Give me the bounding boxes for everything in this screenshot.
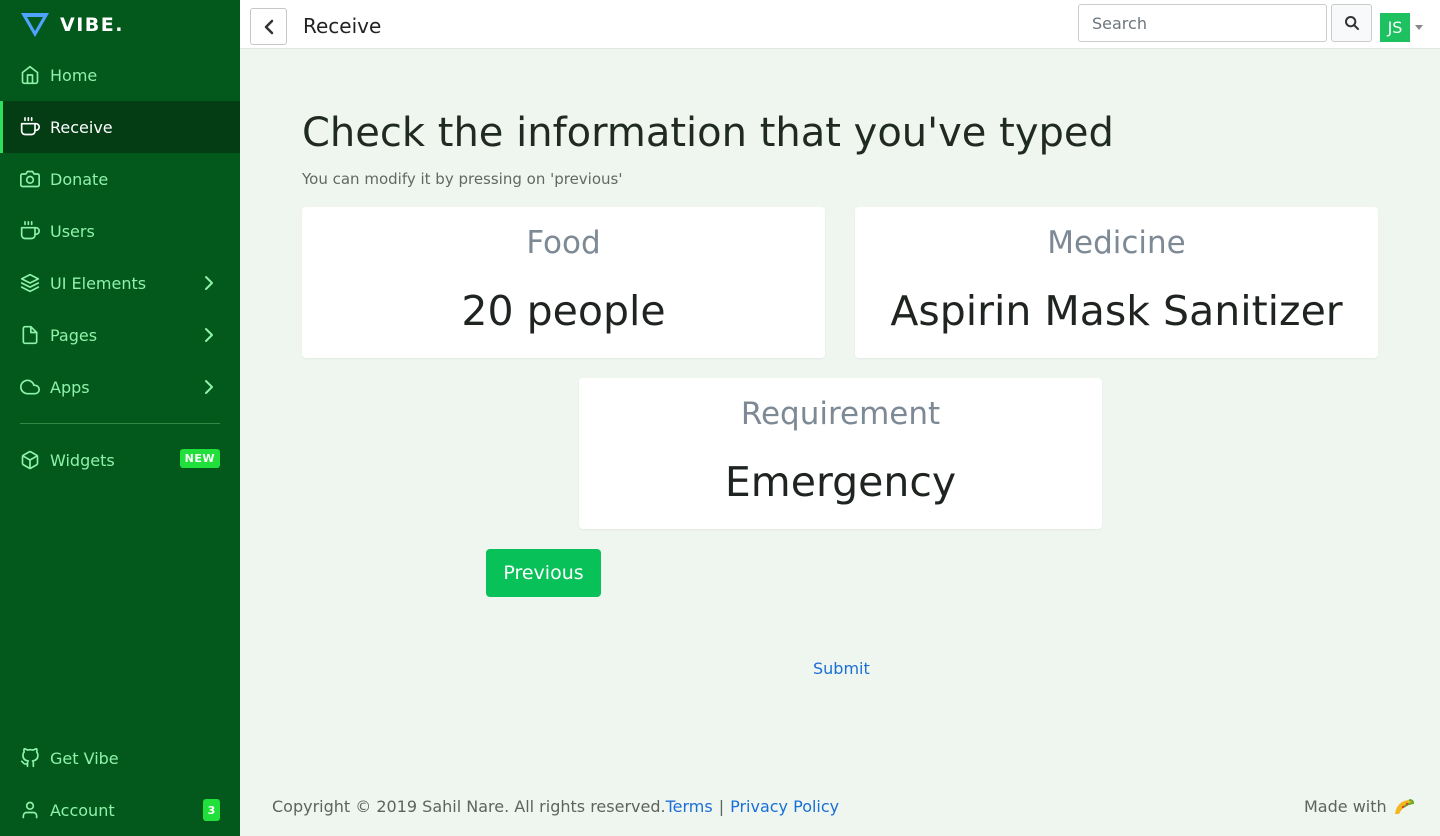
sidebar-divider	[20, 423, 220, 424]
footer-made-with: Made with	[1304, 797, 1415, 816]
chevron-right-icon	[205, 380, 213, 394]
chevron-right-icon	[205, 328, 213, 342]
brand-logo[interactable]: VIBE.	[20, 10, 124, 40]
sidebar-item-label: UI Elements	[50, 273, 147, 293]
medicine-card: Medicine Aspirin Mask Sanitizer	[855, 207, 1378, 358]
user-avatar[interactable]: JS	[1380, 13, 1410, 42]
sidebar-item-label: Get Vibe	[50, 748, 119, 768]
page-subheading: You can modify it by pressing on 'previo…	[302, 170, 623, 188]
search-icon	[1344, 15, 1359, 30]
submit-link[interactable]: Submit	[813, 659, 870, 678]
sidebar-item-label: Account	[50, 800, 115, 820]
sidebar-item-widgets[interactable]: Widgets NEW	[0, 434, 240, 486]
sidebar-item-label: Widgets	[50, 450, 115, 470]
sidebar-item-label: Home	[50, 65, 98, 85]
sidebar-item-get-vibe[interactable]: Get Vibe	[0, 732, 240, 784]
page-title: Receive	[303, 14, 382, 38]
card-value: Emergency	[724, 458, 957, 506]
sidebar-item-home[interactable]: Home	[0, 49, 240, 101]
taco-icon	[1394, 798, 1414, 814]
logo-icon	[21, 13, 49, 37]
card-label: Food	[526, 225, 601, 261]
chevron-right-icon	[205, 276, 213, 290]
cloud-icon	[20, 377, 40, 397]
sidebar-item-apps[interactable]: Apps	[0, 361, 240, 413]
user-icon	[20, 800, 40, 820]
food-card: Food 20 people	[302, 207, 825, 358]
sidebar-item-donate[interactable]: Donate	[0, 153, 240, 205]
topbar: Receive JS	[240, 0, 1440, 49]
file-icon	[20, 325, 40, 345]
sidebar-item-pages[interactable]: Pages	[0, 309, 240, 361]
card-label: Requirement	[740, 396, 941, 432]
sidebar-item-users[interactable]: Users	[0, 205, 240, 257]
made-with-text: Made with	[1304, 797, 1387, 816]
chevron-left-icon	[264, 19, 273, 34]
box-icon	[20, 450, 40, 470]
search-input[interactable]	[1078, 4, 1327, 42]
caret-down-icon[interactable]	[1415, 25, 1423, 30]
layers-icon	[20, 273, 40, 293]
sidebar-item-account[interactable]: Account 3	[0, 784, 240, 836]
sidebar-item-label: Receive	[50, 117, 113, 137]
footer-separator: |	[718, 797, 725, 816]
sidebar-item-label: Apps	[50, 377, 90, 397]
card-value: 20 people	[461, 287, 666, 335]
requirement-card: Requirement Emergency	[579, 378, 1102, 529]
new-badge: NEW	[179, 449, 220, 468]
copyright-text: Copyright © 2019 Sahil Nare. All rights …	[272, 797, 666, 816]
sidebar: VIBE. Home Receive Donate Users UI Eleme…	[0, 0, 240, 836]
sidebar-item-receive[interactable]: Receive	[0, 101, 240, 153]
notification-count-badge: 3	[203, 799, 220, 821]
page-heading: Check the information that you've typed	[302, 110, 1114, 156]
coffee-icon	[20, 221, 40, 241]
privacy-policy-link[interactable]: Privacy Policy	[730, 797, 839, 816]
previous-button[interactable]: Previous	[486, 549, 601, 597]
card-value: Aspirin Mask Sanitizer	[890, 287, 1343, 335]
sidebar-item-label: Donate	[50, 169, 109, 189]
camera-icon	[20, 169, 40, 189]
sidebar-item-label: Pages	[50, 325, 98, 345]
coffee-icon	[20, 117, 40, 137]
card-label: Medicine	[1047, 225, 1186, 261]
github-icon	[20, 748, 40, 768]
home-icon	[20, 65, 40, 85]
terms-link[interactable]: Terms	[666, 797, 713, 816]
back-button[interactable]	[250, 8, 287, 45]
sidebar-item-label: Users	[50, 221, 95, 241]
brand-name: VIBE.	[60, 14, 124, 36]
search-button[interactable]	[1331, 4, 1372, 42]
sidebar-item-ui-elements[interactable]: UI Elements	[0, 257, 240, 309]
footer-copyright: Copyright © 2019 Sahil Nare. All rights …	[272, 797, 839, 816]
